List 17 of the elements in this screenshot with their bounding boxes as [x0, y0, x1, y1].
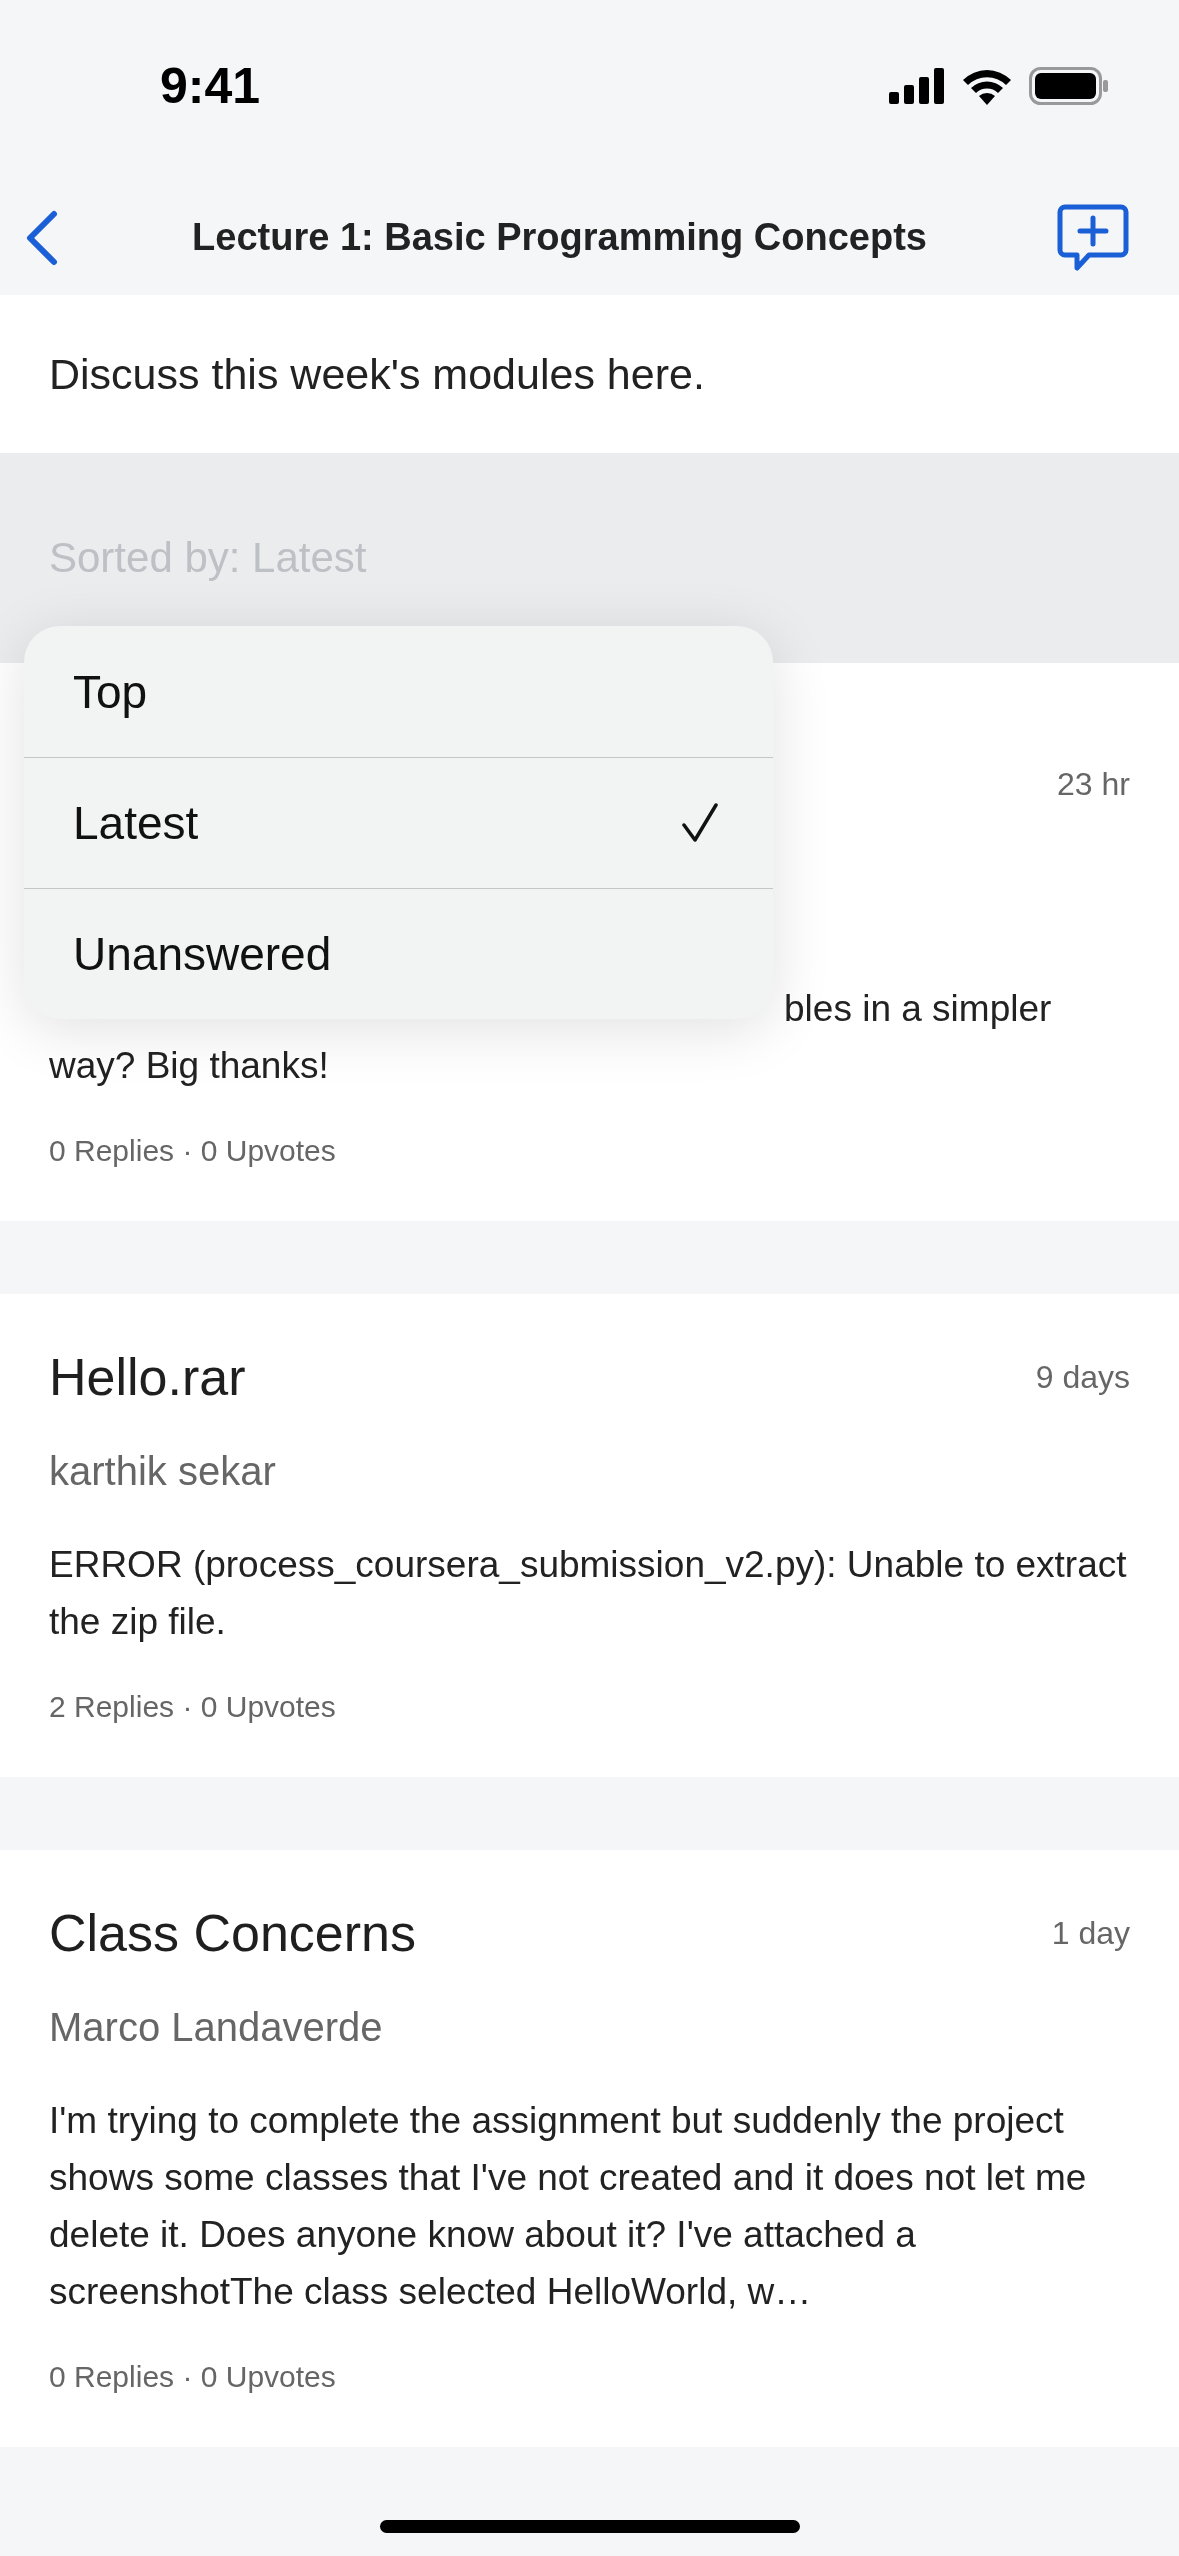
forum-description: Discuss this week's modules here.: [49, 349, 705, 399]
post-author: karthik sekar: [49, 1448, 277, 1495]
post-time: 1 day: [1051, 1914, 1130, 1952]
post-title: Hello.rar: [49, 1347, 246, 1407]
post-body: I'm trying to complete the assignment but suddenly the project shows some classes that I've not created and it does not let me delete it. Does anyone know about it? I've attached a screenshotThe class selected HelloWorld, w…: [49, 2099, 1088, 2314]
post-body: ERROR (process_coursera_submission_v2.py): Unable to extract the zip file.: [49, 1543, 1128, 1644]
post-time: 23 hr: [1057, 765, 1130, 803]
post-stats: 0 Replies · 0 Upvotes: [49, 2359, 337, 2395]
post-author: Marco Landaverde: [49, 2004, 384, 2051]
post-title: Class Concerns: [49, 1903, 417, 1963]
post-stats: 0 Replies · 0 Upvotes: [49, 1133, 337, 1169]
post-time: 9 days: [1035, 1358, 1130, 1396]
post-stats: 2 Replies · 0 Upvotes: [49, 1689, 337, 1725]
status-time: 9:41: [160, 57, 261, 116]
page-title: Lecture 1: Basic Programming Concepts: [192, 216, 927, 259]
post-body: bles in a simpler: [784, 988, 1052, 1029]
post-body: way? Big thanks!: [49, 1045, 329, 1086]
